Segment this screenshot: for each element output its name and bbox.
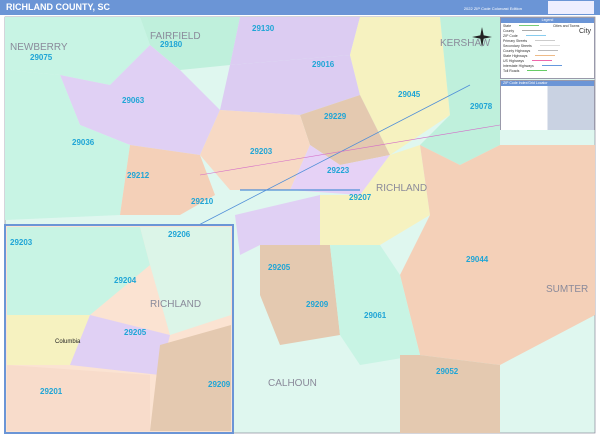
inset-zip-label: 29206 (168, 230, 191, 239)
inset-map[interactable]: 29203 29206 29204 29205 29201 29209 RICH… (4, 224, 234, 434)
legend-city-sample: City (579, 28, 592, 35)
county-label: SUMTER (546, 284, 588, 295)
inset-zip-label: 29203 (10, 238, 33, 247)
zip-label: 29210 (191, 197, 214, 206)
zip-label: 29130 (252, 24, 275, 33)
legend-cities-title: Cities and Towns (553, 24, 580, 28)
inset-zip-label: 29209 (208, 380, 231, 389)
zip-label: 29212 (127, 171, 150, 180)
inset-zip-label: 29205 (124, 328, 147, 337)
zip-label: 29203 (250, 147, 273, 156)
inset-zip-label: 29204 (114, 276, 137, 285)
map-title: RICHLAND COUNTY, SC (6, 2, 111, 12)
zip-label: 29205 (268, 263, 291, 272)
county-label: NEWBERRY (10, 42, 68, 53)
inset-zip-label: 29201 (40, 387, 63, 396)
zip-label: 29052 (436, 367, 459, 376)
zip-label: 29016 (312, 60, 335, 69)
zip-label: 29229 (324, 112, 347, 121)
zip-label: 29209 (306, 300, 329, 309)
county-label: RICHLAND (376, 183, 427, 194)
county-label: FAIRFIELD (150, 31, 201, 42)
inset-city-label: Columbia (55, 339, 81, 345)
zip-label: 29061 (364, 311, 387, 320)
legend: Legend State County ZIP Code Primary Str… (500, 17, 595, 79)
publisher-logo (548, 1, 594, 14)
county-label: CALHOUN (268, 378, 317, 389)
index-table (501, 86, 594, 130)
zip-label: 29036 (72, 138, 95, 147)
zip-index: ZIP Code Index/Grid Locator (500, 80, 595, 130)
zip-label: 29223 (327, 166, 350, 175)
zip-label: 29207 (349, 193, 372, 202)
edition-label: 2022 ZIP Code Colorcast Edition (463, 6, 522, 11)
legend-item: Toll Roads (501, 68, 594, 73)
zip-label: 29063 (122, 96, 145, 105)
zip-label: 29044 (466, 255, 489, 264)
zip-label: 29045 (398, 90, 421, 99)
inset-county-label: RICHLAND (150, 299, 201, 310)
zip-label: 29078 (470, 102, 493, 111)
header-bar: RICHLAND COUNTY, SC 2022 ZIP Code Colorc… (0, 0, 600, 15)
zip-label: 29075 (30, 53, 53, 62)
